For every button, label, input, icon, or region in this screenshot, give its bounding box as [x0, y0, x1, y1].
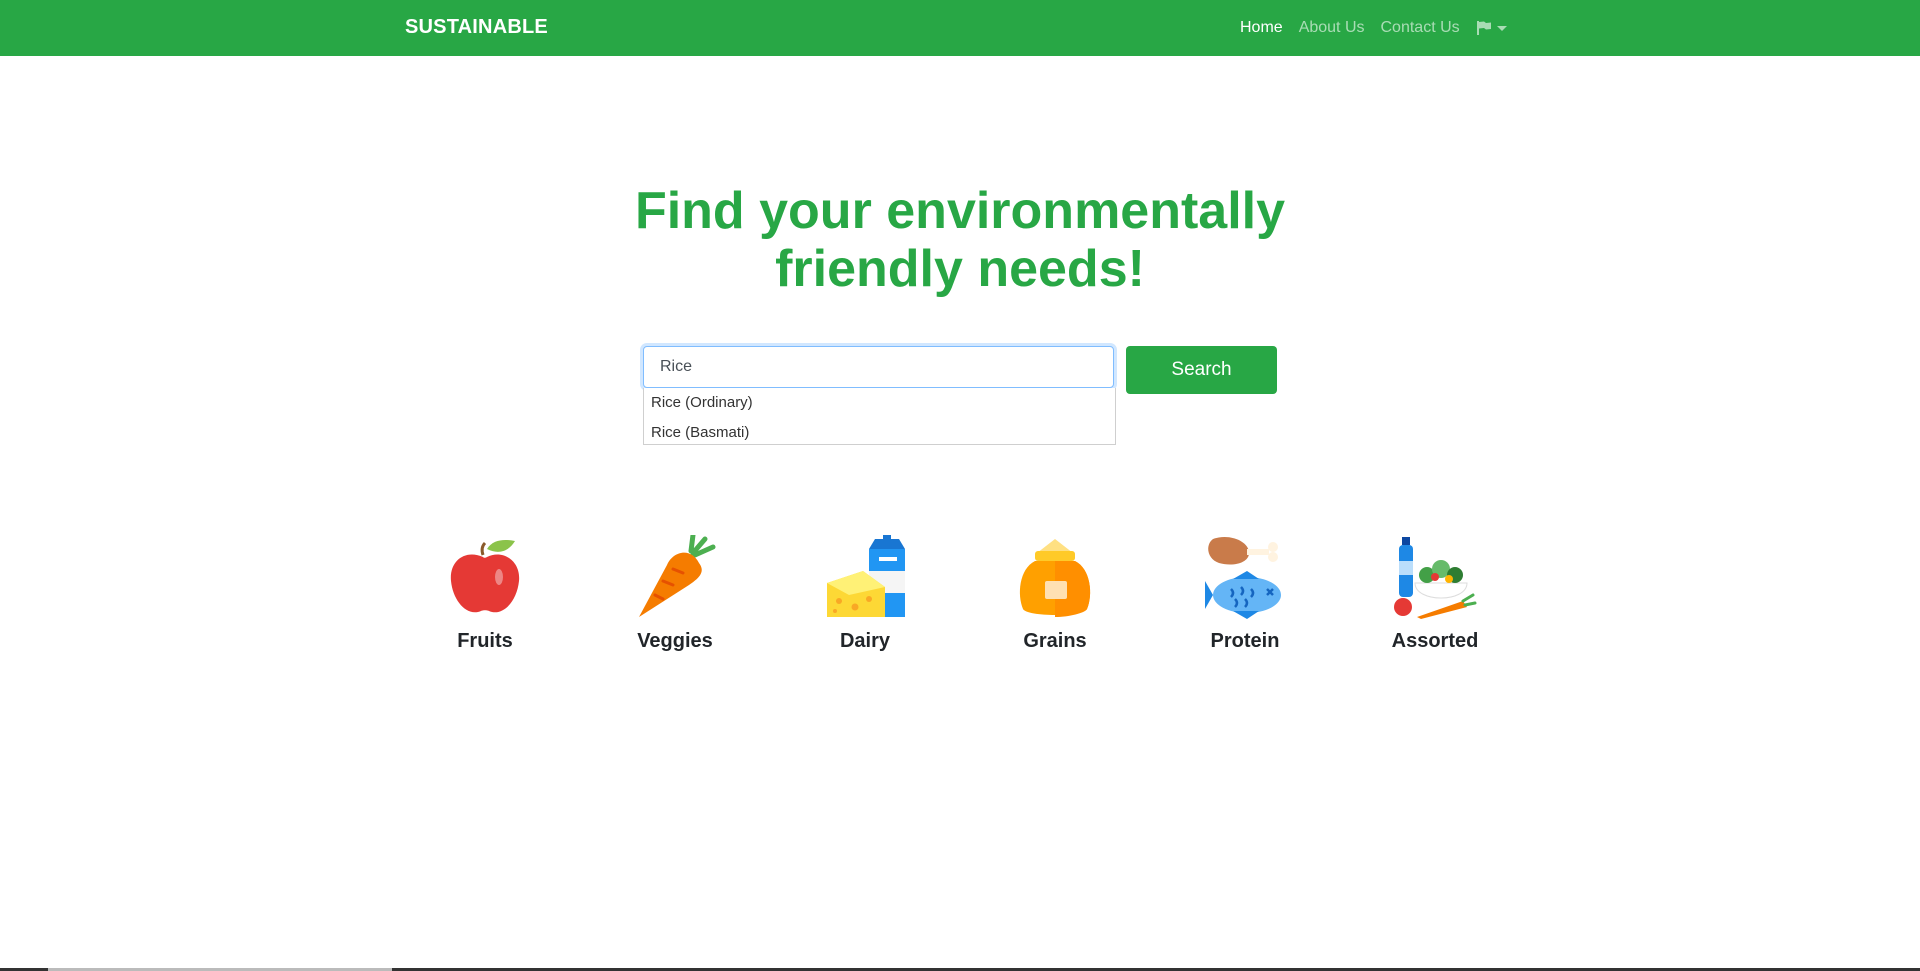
chicken-fish-icon	[1205, 536, 1281, 619]
chevron-down-icon	[1496, 25, 1507, 31]
navbar: SUSTAINABLE Home About Us Contact Us	[0, 0, 1920, 56]
nav-contact-us[interactable]: Contact Us	[1381, 18, 1460, 38]
brand-logo[interactable]: SUSTAINABLE	[405, 16, 548, 39]
carrot-icon	[639, 535, 716, 617]
category-label: Fruits	[457, 630, 513, 652]
category-dairy[interactable]: Dairy	[790, 535, 940, 653]
category-grains[interactable]: Grains	[980, 535, 1130, 653]
category-fruits[interactable]: Fruits	[410, 535, 560, 653]
assorted-food-icon	[1394, 537, 1477, 619]
category-label: Grains	[1023, 630, 1087, 652]
language-dropdown[interactable]	[1476, 20, 1507, 36]
category-protein[interactable]: Protein	[1170, 535, 1320, 653]
flag-icon	[1476, 21, 1491, 35]
autocomplete-item[interactable]: Rice (Ordinary)	[644, 388, 1115, 418]
search-input[interactable]	[643, 346, 1114, 388]
category-list: Fruits Veggies Dairy Grains Protein Asso…	[0, 535, 1920, 655]
category-label: Protein	[1210, 630, 1280, 652]
autocomplete-item[interactable]: Rice (Basmati)	[644, 418, 1115, 448]
search-button[interactable]: Search	[1126, 346, 1277, 394]
apple-icon	[450, 539, 520, 613]
cheese-milk-icon	[827, 535, 905, 617]
grain-sack-icon	[1019, 539, 1091, 617]
category-label: Assorted	[1391, 630, 1479, 652]
category-label: Dairy	[839, 630, 891, 652]
nav-about-us[interactable]: About Us	[1299, 18, 1365, 38]
autocomplete-list: Rice (Ordinary) Rice (Basmati)	[643, 388, 1116, 445]
nav-home[interactable]: Home	[1240, 18, 1283, 38]
category-assorted[interactable]: Assorted	[1360, 535, 1510, 653]
category-veggies[interactable]: Veggies	[600, 535, 750, 653]
category-label: Veggies	[637, 630, 713, 652]
nav-links: Home About Us Contact Us	[1240, 18, 1507, 38]
page-title: Find your environmentally friendly needs…	[634, 182, 1286, 298]
